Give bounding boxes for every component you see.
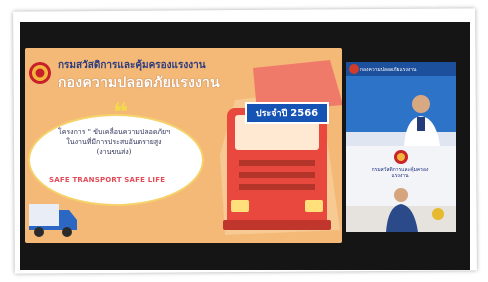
org-name-top: กรมสวัสดิการและคุ้มครองแรงงาน (58, 60, 206, 71)
presentation-slide: กรมสวัสดิการและคุ้มครองแรงงาน กองความปลอ… (25, 48, 342, 243)
speaker-scene-icon (346, 146, 456, 232)
ministry-emblem-icon (29, 62, 51, 84)
year-badge: ประจำปี 2566 (245, 102, 329, 124)
year-prefix: ประจำปี (255, 109, 288, 119)
participant-caption: กองความปลอดภัยแรงงาน (360, 67, 417, 73)
project-line-3: (งานขนส่ง) (96, 148, 132, 156)
project-line-1: โครงการ " ขับเคลื่อนความปลอดภัยฯ (57, 128, 171, 136)
delivery-van-icon (29, 204, 77, 237)
truck-illustration-icon (220, 60, 342, 235)
project-line-2: ในงานที่มีการประสบอันตรายสูง (66, 138, 162, 146)
participant-caption: กรมสวัสดิการและคุ้มครองแรงงาน (371, 167, 429, 179)
participant-video-1[interactable]: กองความปลอดภัยแรงงาน (346, 62, 456, 146)
tagline: SAFE TRANSPORT SAFE LIFE (49, 176, 166, 184)
year-value: 2566 (290, 107, 319, 119)
participant-video-2[interactable]: กรมสวัสดิการและคุ้มครองแรงงาน (346, 146, 456, 232)
project-title: โครงการ " ขับเคลื่อนความปลอดภัยฯ ในงานที… (39, 127, 189, 157)
org-emblem-icon (346, 62, 456, 146)
